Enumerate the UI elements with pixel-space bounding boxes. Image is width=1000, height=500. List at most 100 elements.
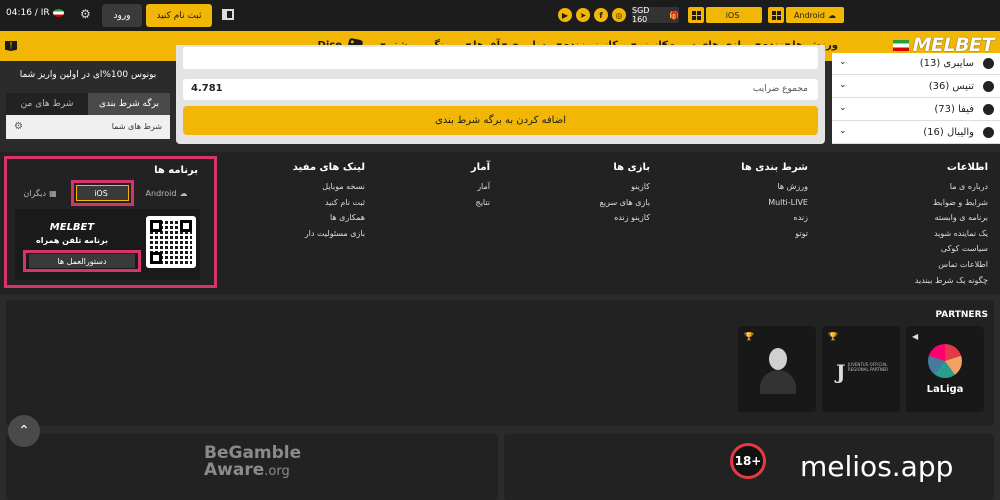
juventus-logo: J [836, 360, 846, 384]
partners-section: PARTNERS ◀ LaLiga 🏆 J JUVENTUS OFFICIAL … [6, 300, 994, 426]
sport-item[interactable]: ⌄ تنیس (36) [832, 76, 1000, 98]
footer-link[interactable]: اطلاعات تماس [915, 257, 988, 273]
partner-juventus[interactable]: 🏆 J JUVENTUS OFFICIAL REGIONAL PARTNER [822, 326, 900, 412]
tab-others[interactable]: دیگران ▦ [15, 180, 65, 206]
fifa-icon [983, 104, 994, 115]
footer-link[interactable]: کازینو زنده [600, 210, 650, 226]
melbet-logo: MELBET [49, 222, 95, 233]
sidebar-toggle-icon[interactable] [222, 9, 234, 20]
sport-item[interactable]: ⌄ والیبال (16) [832, 122, 1000, 144]
android-icon: ☁ [827, 10, 836, 20]
trophy-icon: 🏆 [828, 332, 838, 341]
watermark: melios.app [800, 450, 954, 483]
app-download-panel: MELBET برنامه تلفن همراه دستورالعمل ها [15, 209, 200, 280]
volleyball-icon [983, 127, 994, 138]
gift-icon: 🎁 [669, 10, 679, 20]
footer-link[interactable]: بازی های سریع [600, 195, 650, 211]
footer-link[interactable]: یک نماینده شوید [915, 226, 988, 242]
instagram-icon[interactable]: ◎ [612, 8, 626, 22]
scroll-to-top-button[interactable]: ⌃ [8, 415, 40, 447]
footer-link[interactable]: نتایج [471, 195, 490, 211]
total-odds-value: 4.781 [191, 83, 223, 94]
mobile-app-label: برنامه تلفن همراه [36, 236, 108, 245]
footer-col-info: اطلاعات درباره ی ما شرایط و ضوابط برنامه… [915, 162, 988, 288]
total-odds-row: مجموع ضرایب 4.781 [183, 79, 818, 100]
your-bets-label: شرط های شما [111, 122, 162, 131]
facebook-icon[interactable]: f [594, 8, 608, 22]
android-icon: ☁ [179, 188, 188, 198]
age-18-badge: 18+ [730, 443, 766, 479]
first-deposit-bonus[interactable]: بونوس 100%ای در اولین واریز شما [6, 65, 170, 85]
iran-flag-icon [52, 9, 64, 17]
login-button[interactable]: ورود [102, 4, 142, 27]
footer-col-stats: آمار آمار نتایج [471, 162, 490, 210]
cyber-icon [983, 58, 994, 69]
partner-laliga[interactable]: ◀ LaLiga [906, 326, 984, 412]
top-bar: 04:16 / IR ⚙ ورود ثبت نام کنید ▶ ➤ f ◎ S… [0, 0, 1000, 31]
tab-ios[interactable]: iOS [71, 180, 134, 206]
trophy-icon: 🏆 [744, 332, 754, 341]
footer-link[interactable]: ثبت نام کنید [293, 195, 365, 211]
grid-icon: ▦ [49, 188, 57, 198]
your-bets-panel: ⚙ شرط های شما [6, 115, 170, 139]
footer-link[interactable]: Multi-LIVE [741, 195, 808, 211]
begambleaware-logo[interactable]: BeGamble Aware.org [204, 445, 301, 480]
android-qr-icon[interactable] [768, 7, 784, 23]
footer-link[interactable]: شرایط و ضوابط [915, 195, 988, 211]
odds-input-row[interactable] [183, 47, 818, 69]
footer-col-useful: لینک های مفید نسخه موبایل ثبت نام کنید ه… [293, 162, 365, 241]
tab-betslip[interactable]: برگه شرط بندی [88, 93, 170, 115]
chevron-down-icon: ⌄ [839, 103, 847, 113]
footer-link[interactable]: زنده [741, 210, 808, 226]
android-download-button[interactable]: Android ☁ [786, 7, 844, 23]
total-odds-label: مجموع ضرایب [752, 84, 808, 94]
apps-section: برنامه ها Android ☁ iOS دیگران ▦ MELBET … [4, 156, 217, 288]
iran-flag-icon [892, 39, 909, 51]
ios-qr-icon[interactable] [688, 7, 704, 23]
footer-link[interactable]: ورزش ها [741, 179, 808, 195]
android-label: Android [794, 10, 825, 20]
apps-title: برنامه ها [154, 165, 198, 176]
partners-title: PARTNERS [935, 310, 989, 320]
footer-link[interactable]: آمار [471, 179, 490, 195]
tab-my-bets[interactable]: شرط های من [6, 93, 88, 115]
chevron-down-icon: ⌄ [839, 126, 847, 136]
footer-link[interactable]: چگونه یک شرط ببندید [915, 273, 988, 289]
chevron-down-icon: ⌄ [839, 80, 847, 90]
ios-download-button[interactable]: iOS [706, 7, 762, 23]
time-region: 04:16 / IR [6, 8, 50, 18]
gear-icon[interactable]: ⚙ [80, 7, 91, 21]
tennis-icon [983, 81, 994, 92]
footer-link[interactable]: برنامه ی وابسته [915, 210, 988, 226]
tab-android[interactable]: Android ☁ [139, 180, 194, 206]
sport-item[interactable]: ⌄ فیفا (73) [832, 99, 1000, 121]
qr-code [146, 216, 196, 268]
book-icon[interactable] [5, 41, 17, 51]
chevron-up-icon: ⌃ [18, 423, 30, 439]
footer-link[interactable]: سیاست کوکی [915, 241, 988, 257]
instructions-button[interactable]: دستورالعمل ها [23, 250, 141, 272]
sports-list: ⌄ سایبری (13) ⌄ تنیس (36) ⌄ فیفا (73) ⌄ … [832, 53, 1000, 144]
footer-link[interactable]: کازینو [600, 179, 650, 195]
footer-link[interactable]: نسخه موبایل [293, 179, 365, 195]
footer-link[interactable]: توتو [741, 226, 808, 242]
youtube-icon[interactable]: ▶ [558, 8, 572, 22]
betslip-tabs: شرط های من برگه شرط بندی [6, 93, 170, 115]
footer-link[interactable]: همکاری ها [293, 210, 365, 226]
footer-link[interactable]: بازی مسئولیت دار [293, 226, 365, 242]
balance-value: SGD 160 [632, 6, 650, 24]
balance-display[interactable]: SGD 160 🎁 [632, 6, 679, 24]
footer-col-betting: شرط بندی ها ورزش ها Multi-LIVE زنده توتو [741, 162, 808, 241]
language-selector[interactable]: 04:16 / IR [6, 8, 64, 18]
sport-item[interactable]: ⌄ سایبری (13) [832, 53, 1000, 75]
ambassador-photo [760, 346, 796, 394]
chevron-down-icon: ⌄ [839, 57, 847, 67]
add-to-betslip-button[interactable]: اضافه کردن به برگه شرط بندی [183, 106, 818, 135]
megaphone-icon: ◀ [912, 332, 919, 341]
telegram-icon[interactable]: ➤ [576, 8, 590, 22]
register-button[interactable]: ثبت نام کنید [146, 4, 212, 27]
footer-link[interactable]: درباره ی ما [915, 179, 988, 195]
partner-ambassador[interactable]: 🏆 [738, 326, 816, 412]
settings-icon[interactable]: ⚙ [14, 121, 23, 132]
footer-col-games: بازی ها کازینو بازی های سریع کازینو زنده [600, 162, 650, 226]
